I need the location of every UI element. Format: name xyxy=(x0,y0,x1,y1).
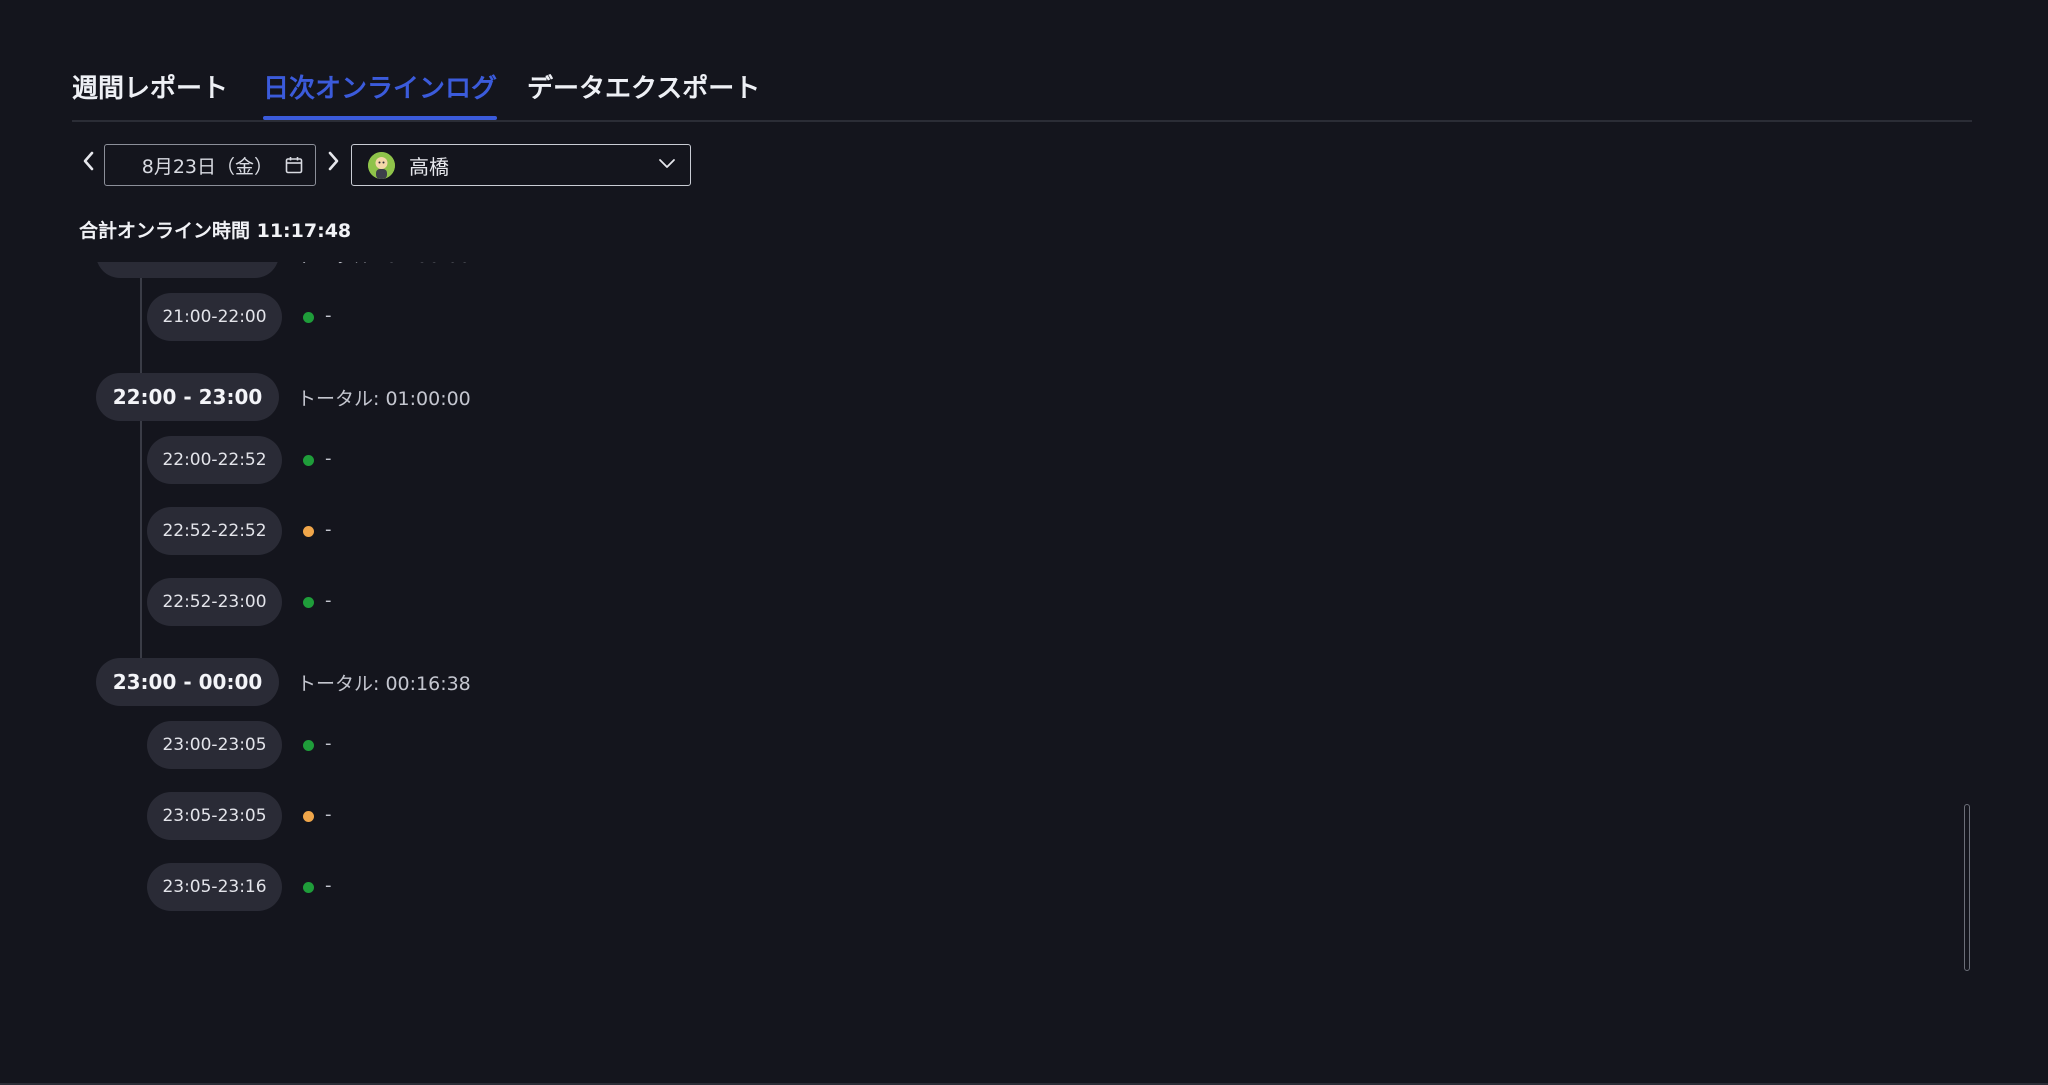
chevron-left-icon xyxy=(83,151,94,171)
hour-total: トータル: 01:00:00 xyxy=(297,262,471,268)
status-online-dot xyxy=(303,882,314,893)
segment-range-pill: 22:00-22:52 xyxy=(147,436,282,484)
avatar-icon xyxy=(368,151,395,179)
segment-note: - xyxy=(325,519,332,540)
chevron-right-icon xyxy=(328,151,339,171)
segment-note: - xyxy=(325,733,332,754)
user-select[interactable]: 高橋 xyxy=(351,144,691,186)
hour-range-pill: 21:00 - 22:00 xyxy=(96,262,279,278)
total-online-time: 合計オンライン時間 11:17:48 xyxy=(79,220,352,242)
tab-daily-online-log[interactable]: 日次オンラインログ xyxy=(263,68,498,120)
timeline-scroll-area[interactable]: 21:00 - 22:00 トータル: 01:00:00 21:00-22:00 - 2… xyxy=(0,262,1960,962)
status-away-dot xyxy=(303,526,314,537)
avatar xyxy=(368,151,395,179)
scrollbar-thumb[interactable] xyxy=(1964,804,1970,971)
timeline-connector xyxy=(140,278,142,383)
daily-log-page: 週間レポート 日次オンラインログ データエクスポート 8月23日（金） 高橋 合… xyxy=(0,0,2048,1085)
status-online-dot xyxy=(303,455,314,466)
chevron-down-icon xyxy=(659,159,675,168)
segment-note: - xyxy=(325,804,332,825)
tab-data-export[interactable]: データエクスポート xyxy=(527,68,760,118)
selected-user-name: 高橋 xyxy=(409,154,449,179)
timeline-connector xyxy=(140,421,142,668)
segment-range-pill: 22:52-23:00 xyxy=(147,578,282,626)
hour-range-pill: 23:00 - 00:00 xyxy=(96,658,279,706)
hour-total: トータル: 01:00:00 xyxy=(297,388,471,410)
status-away-dot xyxy=(303,811,314,822)
date-picker[interactable]: 8月23日（金） xyxy=(104,144,316,186)
date-label: 8月23日（金） xyxy=(141,155,273,178)
segment-range-pill: 22:52-22:52 xyxy=(147,507,282,555)
calendar-icon xyxy=(285,157,303,174)
hour-range-pill: 22:00 - 23:00 xyxy=(96,373,279,421)
hour-total: トータル: 00:16:38 xyxy=(297,673,471,695)
segment-range-pill: 23:00-23:05 xyxy=(147,721,282,769)
status-online-dot xyxy=(303,312,314,323)
status-online-dot xyxy=(303,597,314,608)
segment-note: - xyxy=(325,448,332,469)
segment-note: - xyxy=(325,305,332,326)
segment-note: - xyxy=(325,875,332,896)
status-online-dot xyxy=(303,740,314,751)
tab-bar: 週間レポート 日次オンラインログ データエクスポート xyxy=(72,64,1972,122)
segment-range-pill: 23:05-23:16 xyxy=(147,863,282,911)
next-day-button[interactable] xyxy=(322,146,346,176)
tab-weekly-report[interactable]: 週間レポート xyxy=(72,68,228,118)
prev-day-button[interactable] xyxy=(76,146,100,176)
segment-note: - xyxy=(325,590,332,611)
segment-range-pill: 21:00-22:00 xyxy=(147,293,282,341)
segment-range-pill: 23:05-23:05 xyxy=(147,792,282,840)
